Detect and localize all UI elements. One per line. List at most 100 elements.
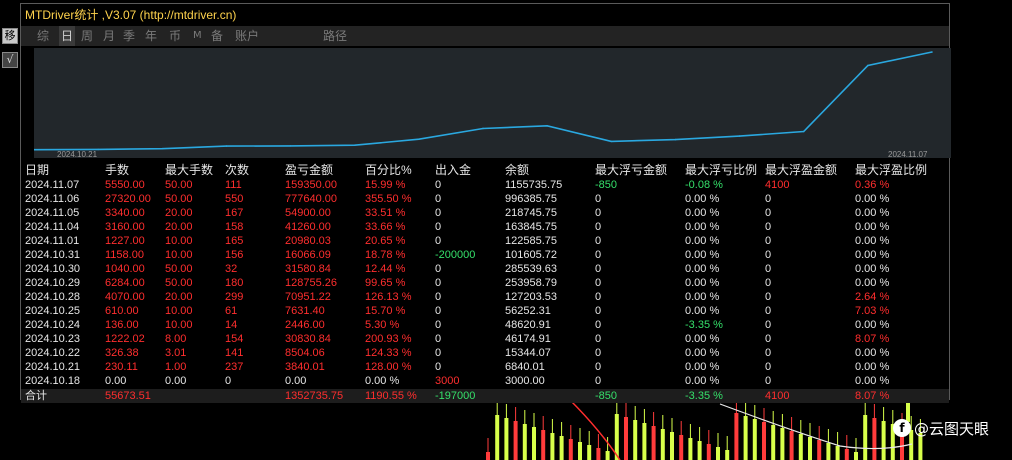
cell: 0 [595, 235, 602, 247]
cell: 777640.00 [285, 193, 337, 205]
cell: 128755.26 [285, 277, 337, 289]
table-row: 2024.10.25 610.00 10.00 61 7631.40 15.70 % 0 56… [21, 304, 949, 318]
chart-start-date-label: 2024.10.21 [57, 150, 98, 159]
tab-5[interactable]: 年 [145, 26, 157, 46]
cell: 2024.11.01 [25, 235, 80, 247]
cell: 0.00 % [685, 347, 720, 359]
cell: 0.00 % [685, 333, 720, 345]
cell: 4100 [765, 390, 790, 402]
cell: 次数 [225, 163, 250, 177]
cell: 0.36 % [855, 179, 890, 191]
cell: 最大浮亏比例 [685, 163, 758, 177]
table-row: 2024.10.22 326.38 3.01 141 8504.06 124.33 % 0 1… [21, 346, 949, 360]
cell: 6840.01 [505, 361, 545, 373]
cell: 2.64 % [855, 291, 890, 303]
tab-10[interactable]: 路径 [323, 26, 347, 46]
cell: 55673.51 [105, 390, 151, 402]
cell: 0 [765, 249, 772, 261]
cell: 7631.40 [285, 305, 325, 317]
cell: 0 [765, 361, 772, 373]
cell: 20980.03 [285, 235, 331, 247]
cell: 0.00 [165, 375, 187, 387]
equity-point-4 [289, 145, 292, 147]
equity-point-2 [161, 147, 164, 150]
cell: 0 [225, 375, 232, 387]
cell: 3840.01 [285, 361, 325, 373]
cell: 0 [765, 193, 772, 205]
cell: 15.70 % [365, 305, 406, 317]
cell: 0.00 % [365, 375, 400, 387]
cell: 最大浮盈金额 [765, 163, 838, 177]
cell: 0.00 [105, 375, 127, 387]
cell: 70951.22 [285, 291, 331, 303]
cell: 0 [595, 291, 602, 303]
tab-3[interactable]: 月 [103, 26, 115, 46]
cell: 158 [225, 221, 244, 233]
cell: 2024.10.29 [25, 277, 81, 289]
cell: 50.00 [165, 277, 193, 289]
equity-series-line [34, 51, 933, 151]
cell: 0.00 % [855, 193, 890, 205]
cell: 237 [225, 361, 244, 373]
cell: 124.33 % [365, 347, 412, 359]
equity-point-6 [418, 138, 420, 141]
cell: 1227.00 [105, 235, 145, 247]
tab-2[interactable]: 周 [81, 26, 93, 46]
equity-point-11 [738, 135, 741, 137]
cell: 285539.63 [505, 263, 557, 275]
cell: 0.00 % [685, 235, 720, 247]
table-row: 2024.11.05 3340.00 20.00 167 54900.00 33.51 %… [21, 206, 949, 220]
cell: 33.51 % [365, 207, 406, 219]
window-title: MTDriver统计 ,V3.07 (http://mtdriver.cn) [21, 4, 949, 26]
cell: 0.00 % [685, 375, 720, 387]
cell: 0 [435, 305, 442, 317]
cell: 1352735.75 [285, 390, 344, 402]
equity-point-14 [931, 51, 933, 53]
cell: 50.00 [165, 179, 193, 191]
tab-0[interactable]: 综 [37, 26, 49, 46]
check-button[interactable]: √ [2, 52, 18, 68]
cell: 0 [595, 277, 602, 289]
cell: 127203.53 [505, 291, 557, 303]
cell: 200.93 % [365, 333, 412, 345]
cell: 0 [765, 375, 772, 387]
cell: 0 [765, 305, 772, 317]
cell: 99.65 % [365, 277, 406, 289]
cell: 1155735.75 [505, 179, 563, 191]
move-button[interactable]: 移 [2, 28, 18, 44]
cell: 355.50 % [365, 193, 412, 205]
cell: 12.44 % [365, 263, 406, 275]
cell: 0 [595, 249, 602, 261]
tab-1[interactable]: 日 [59, 26, 76, 46]
cell: 41260.00 [285, 221, 331, 233]
cell: 0 [435, 207, 442, 219]
cell: 20.00 [165, 291, 193, 303]
cell: 3000.00 [505, 375, 545, 387]
cell: 0.00 % [685, 361, 720, 373]
tab-9[interactable]: 账户 [235, 26, 259, 46]
tab-8[interactable]: 备 [211, 26, 223, 46]
tab-4[interactable]: 季 [123, 26, 135, 46]
table-row: 2024.10.31 1158.00 10.00 156 16066.09 18.78 %… [21, 248, 949, 262]
cell: 最大浮盈比例 [855, 163, 928, 177]
cell: 0 [595, 361, 602, 373]
tab-bar: 综日周月季年币 M 备账户 路径 [21, 26, 949, 46]
cell: 0 [595, 305, 602, 317]
tab-7[interactable]: M [193, 26, 202, 46]
left-toolbar: 移 √ [0, 0, 20, 460]
cell: 5550.00 [105, 179, 145, 191]
table-row: 2024.10.24 136.00 10.00 14 2446.00 5.30 % 0 486… [21, 318, 949, 332]
tab-6[interactable]: 币 [169, 26, 181, 46]
cell: 3.01 [165, 347, 187, 359]
table-row: 2024.10.18 0.00 0.00 0 0.00 0.00 % 3000 3000.00… [21, 374, 949, 388]
cell: 610.00 [105, 305, 139, 317]
cell: 1222.02 [105, 333, 145, 345]
cell: 20.65 % [365, 235, 406, 247]
cell: 0 [765, 235, 772, 247]
cell: 0.00 % [855, 375, 890, 387]
equity-point-3 [225, 145, 228, 147]
cell: 2024.10.21 [25, 361, 81, 373]
cell: 230.11 [105, 361, 138, 373]
cell: 0.00 % [685, 221, 720, 233]
table-row: 2024.11.04 3160.00 20.00 158 41260.00 33.66 %… [21, 220, 949, 234]
